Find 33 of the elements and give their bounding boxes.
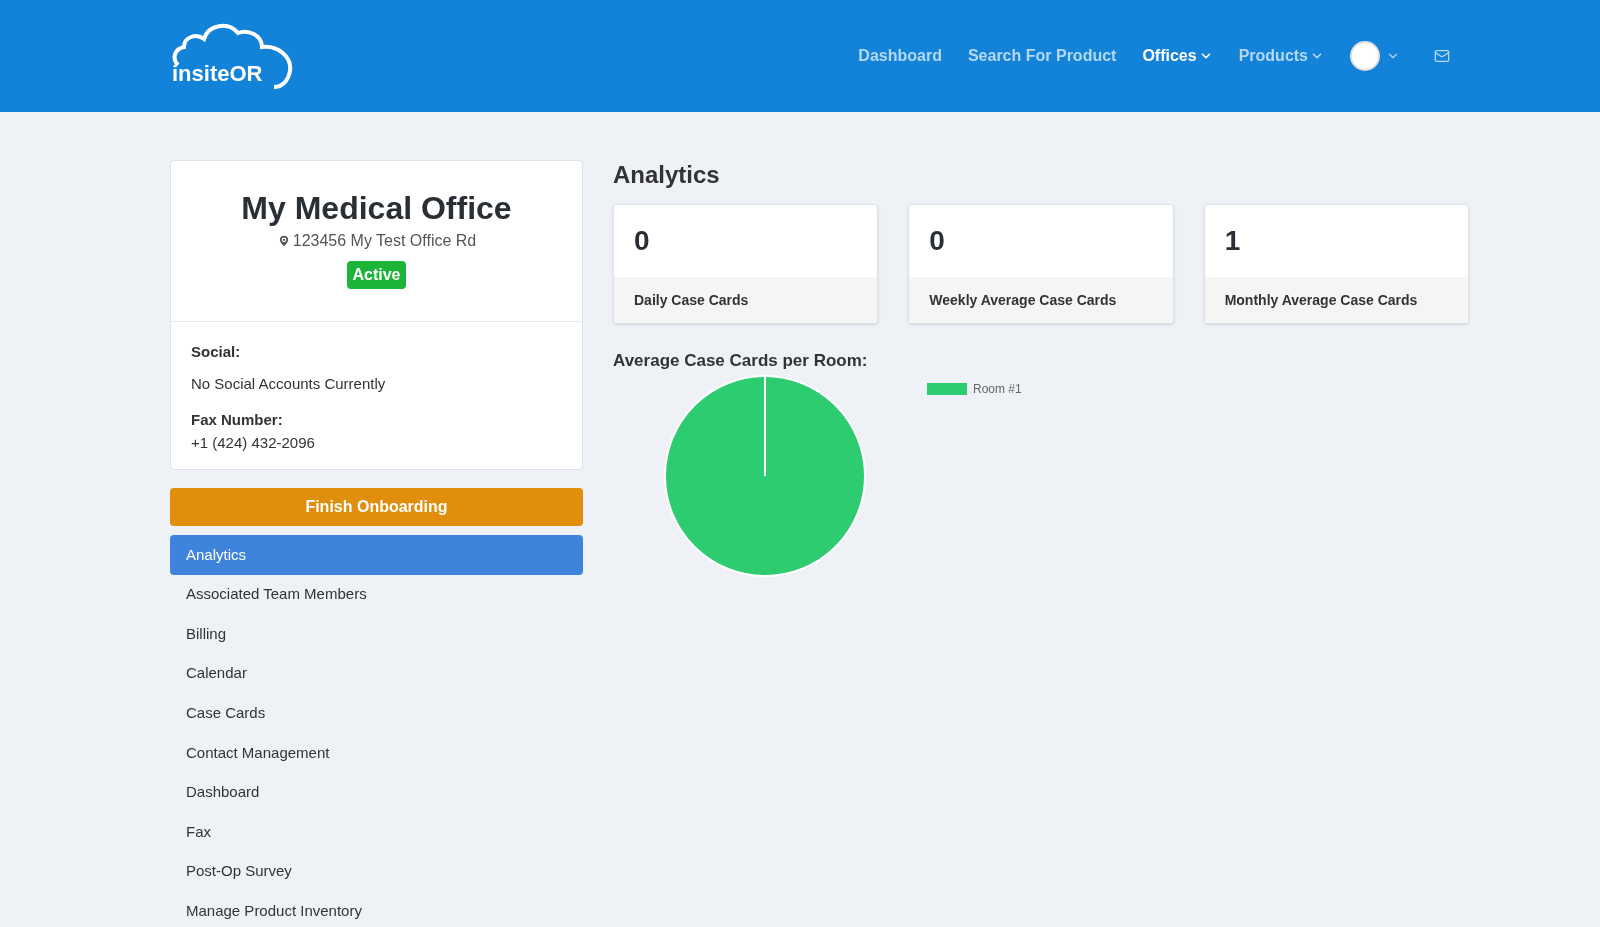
sidebar-item[interactable]: Case Cards bbox=[170, 693, 583, 733]
sidebar-item[interactable]: Fax bbox=[170, 812, 583, 852]
sidebar-item[interactable]: Analytics bbox=[170, 535, 583, 575]
stat-value: 1 bbox=[1223, 224, 1242, 258]
stat-value: 0 bbox=[928, 224, 946, 258]
legend-label: Room #1 bbox=[973, 380, 1022, 398]
office-name: My Medical Office bbox=[241, 189, 512, 227]
chart-title: Average Case Cards per Room: bbox=[613, 350, 869, 372]
sidebar-item[interactable]: Post-Op Survey bbox=[170, 851, 583, 892]
section-title: Analytics bbox=[613, 160, 721, 190]
mail-icon[interactable] bbox=[1434, 48, 1450, 64]
fax-label: Fax Number: bbox=[191, 410, 284, 430]
social-label: Social: bbox=[191, 342, 242, 362]
logo-text: insiteOR bbox=[172, 61, 263, 87]
stat-value: 0 bbox=[633, 224, 651, 258]
nav-link[interactable]: Offices bbox=[1142, 44, 1213, 68]
stat-label: Daily Case Cards bbox=[614, 277, 878, 323]
cloud-logo-icon bbox=[170, 21, 295, 91]
user-menu[interactable] bbox=[1350, 41, 1400, 71]
fax-value: +1 (424) 432-2096 bbox=[191, 433, 316, 453]
sidebar-item[interactable]: Associated Team Members bbox=[170, 574, 583, 615]
sidebar-item[interactable]: Contact Management bbox=[170, 732, 583, 773]
status-badge: Active bbox=[347, 261, 406, 289]
stat-label: Monthly Average Case Cards bbox=[1204, 277, 1468, 323]
stat-label: Weekly Average Case Cards bbox=[909, 277, 1173, 323]
sidebar-item[interactable]: Calendar bbox=[170, 653, 583, 694]
social-value: No Social Accounts Currently bbox=[191, 374, 387, 394]
logo[interactable]: insiteOR bbox=[170, 21, 295, 91]
office-address: 123456 My Test Office Rd bbox=[292, 231, 477, 251]
avatar bbox=[1350, 41, 1380, 71]
sidebar-item[interactable]: Manage Product Inventory bbox=[170, 891, 583, 927]
sidebar-item[interactable]: Billing bbox=[170, 614, 583, 654]
sidebar-item[interactable]: Dashboard bbox=[170, 772, 583, 813]
